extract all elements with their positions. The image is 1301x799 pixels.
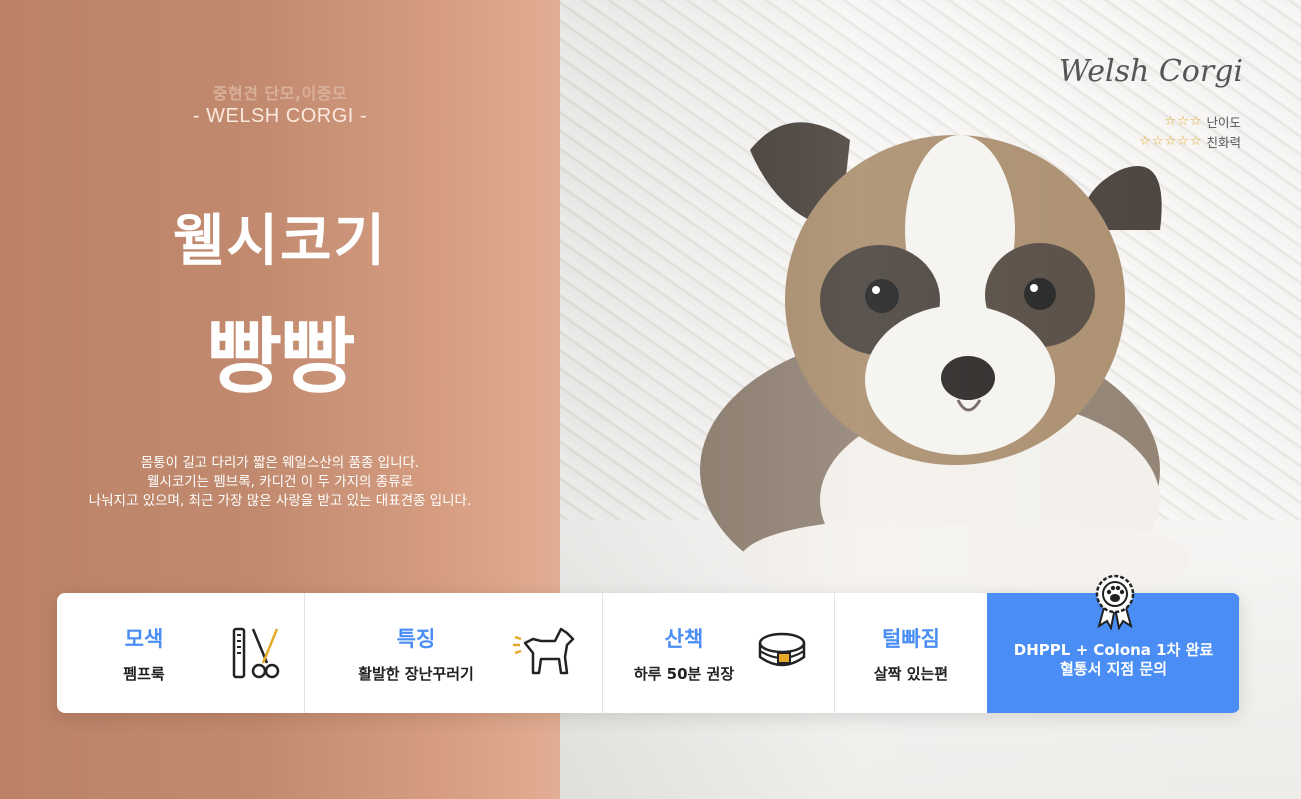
description-line: 나눠지고 있으며, 최근 가장 많은 사랑을 받고 있는 대표견종 입니다.	[88, 493, 472, 509]
coat-label: 모색	[124, 627, 164, 651]
grooming-icon	[232, 627, 280, 679]
vaccine-info: DHPPL + Colona 1차 완료 혈통서 지점 문의	[987, 641, 1240, 679]
breed-description: 몸통이 길고 다리가 짧은 웨일스산의 품종 입니다. 웰시코기는 펨브록, 카…	[0, 454, 560, 511]
shedding-value: 살짝 있는편	[873, 665, 949, 683]
coat-value: 펨프룩	[123, 665, 165, 683]
walk-cell: 산책 하루 50분 권장	[603, 593, 835, 713]
description-line: 몸통이 길고 다리가 짧은 웨일스산의 품종 입니다.	[140, 455, 420, 471]
pet-name: 빵빵	[206, 310, 356, 405]
difficulty-rating: ☆☆☆ 난이도	[1165, 112, 1241, 131]
star-icons: ☆☆☆	[1164, 114, 1203, 129]
trait-label: 특징	[396, 627, 436, 651]
shedding-cell: 털빠짐 살짝 있는편	[835, 593, 987, 713]
description-line: 웰시코기는 펨브록, 카디건 이 두 가지의 종류로	[146, 474, 414, 490]
shedding-label: 털빠짐	[882, 627, 940, 651]
trait-cell: 특징 활발한 장난꾸러기	[305, 593, 603, 713]
rating-label: 난이도	[1206, 115, 1241, 130]
subtitle-korean: 중현견 단모,이중모	[212, 84, 348, 103]
vaccine-line: DHPPL + Colona 1차 완료	[1013, 641, 1214, 659]
trait-value: 활발한 장난꾸러기	[358, 665, 474, 683]
breed-name: 웰시코기	[172, 209, 388, 274]
friendliness-rating: ☆☆☆☆☆ 친화력	[1139, 132, 1241, 151]
paw-badge-icon	[1095, 574, 1135, 630]
rating-label: 친화력	[1206, 135, 1241, 150]
coat-cell: 모색 펨프룩	[57, 593, 305, 713]
collar-icon	[758, 632, 806, 667]
brand-script: Welsh Corgi	[1058, 54, 1243, 89]
star-icons: ☆☆☆☆☆	[1139, 134, 1203, 149]
info-bar: 모색 펨프룩 특징 활발한 장난꾸러기 산책 하루 50분 권장 털빠짐 살짝 …	[57, 593, 1240, 713]
walk-label: 산책	[664, 627, 704, 651]
walk-value: 하루 50분 권장	[633, 665, 735, 683]
dog-icon	[513, 627, 575, 675]
pedigree-line: 혈통서 지점 문의	[1059, 660, 1168, 678]
subtitle-english: - WELSH CORGI -	[192, 105, 368, 127]
